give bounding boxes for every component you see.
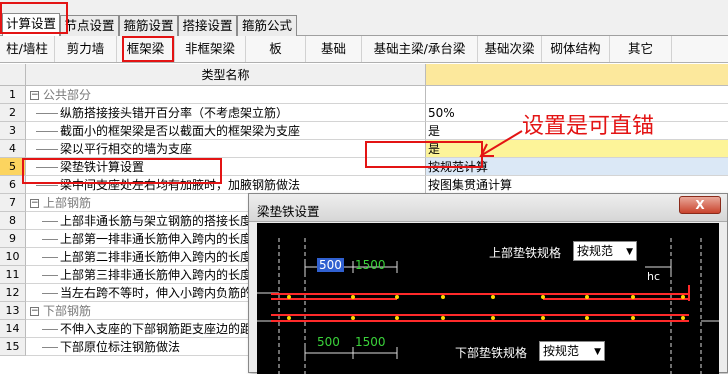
bottom-pad-iron-label: 下部垫铁规格 [455, 346, 528, 360]
settings-tab-bar: 计算设置 节点设置 箍筋设置 搭接设置 箍筋公式 [0, 0, 728, 37]
row-label: 纵筋搭接接头错开百分率（不考虑架立筋） [60, 106, 289, 120]
subtab-shear-wall[interactable]: 剪力墙 [55, 36, 117, 62]
row-label: 梁以平行相交的墙为支座 [60, 142, 193, 156]
row-label: 不伸入支座的下部钢筋距支座边的距 [60, 322, 253, 336]
subtab-foundation-main-beam[interactable]: 基础主梁/承台梁 [362, 36, 478, 62]
subtab-foundation[interactable]: 基础 [306, 36, 362, 62]
annotation-text: 设置是可直锚 [522, 114, 655, 139]
row-value[interactable] [426, 86, 728, 104]
group-label: 公共部分 [43, 88, 92, 102]
row-label: 上部非通长筋与架立钢筋的搭接长度 [60, 214, 253, 228]
row-value[interactable]: 按图集贯通计算 [426, 176, 728, 194]
dim-hc-label: hc [647, 270, 661, 283]
row-label: 上部第三排非通长筋伸入跨内的长度 [60, 268, 253, 282]
tab-stirrup-formula[interactable]: 箍筋公式 [237, 15, 297, 36]
dim-bottom-first[interactable]: 500 [317, 335, 340, 349]
header-corner [0, 64, 26, 86]
row-number: 1 [0, 86, 26, 104]
highlight-calc-tab [0, 2, 68, 34]
beam-diagram: 500 1500 500 1500 hc 上部垫铁规格 按规范 ▼ 下部垫铁规格 … [257, 223, 719, 374]
collapse-icon[interactable]: − [30, 199, 39, 208]
subtab-masonry[interactable]: 砌体结构 [542, 36, 610, 62]
annotation-arrow-icon [479, 130, 523, 157]
tab-node-settings[interactable]: 节点设置 [60, 15, 119, 36]
collapse-icon[interactable]: − [30, 307, 39, 316]
row-number: 11 [0, 266, 26, 284]
element-type-bar: 柱/墙柱 剪力墙 框架梁 非框架梁 板 基础 基础主梁/承台梁 基础次梁 砌体结… [0, 36, 728, 63]
dropdown-arrow-icon: ▼ [626, 247, 633, 257]
dim-top-second[interactable]: 1500 [355, 258, 386, 272]
row-number: 10 [0, 248, 26, 266]
subtab-foundation-secondary-beam[interactable]: 基础次梁 [478, 36, 542, 62]
dialog-titlebar: 梁垫铁设置 X [249, 194, 727, 222]
dim-bottom-second[interactable]: 1500 [355, 335, 386, 349]
highlight-frame-beam [122, 36, 174, 62]
highlight-value-cell [365, 141, 483, 168]
row-label: 截面小的框架梁是否以截面大的框架梁为支座 [60, 124, 301, 138]
row-number: 14 [0, 320, 26, 338]
group-label: 下部钢筋 [43, 304, 92, 318]
pad-iron-dialog: 梁垫铁设置 X 500 1500 500 1500 hc 上部垫铁规格 按规范 … [248, 193, 728, 374]
row-name: 纵筋搭接接头错开百分率（不考虑架立筋） [26, 104, 426, 122]
row-number: 4 [0, 140, 26, 158]
group-header: − 公共部分 [26, 86, 426, 104]
highlight-pad-iron-row [22, 158, 222, 184]
row-number: 3 [0, 122, 26, 140]
collapse-icon[interactable]: − [30, 91, 39, 100]
subtab-non-frame-beam[interactable]: 非框架梁 [175, 36, 246, 62]
row-label: 下部原位标注钢筋做法 [60, 340, 181, 354]
subtab-slab[interactable]: 板 [246, 36, 306, 62]
row-label: 当左右跨不等时，伸入小跨内负筋的 [60, 286, 253, 300]
tab-lap-settings[interactable]: 搭接设置 [178, 15, 237, 36]
table-row[interactable]: 4 梁以平行相交的墙为支座 是 [0, 140, 728, 158]
row-label: 上部第一排非通长筋伸入跨内的长度 [60, 232, 253, 246]
top-pad-iron-label: 上部垫铁规格 [489, 246, 562, 260]
row-number: 2 [0, 104, 26, 122]
row-name: 截面小的框架梁是否以截面大的框架梁为支座 [26, 122, 426, 140]
grid-header: 类型名称 [0, 64, 728, 86]
table-row[interactable]: 1 − 公共部分 [0, 86, 728, 104]
dialog-title: 梁垫铁设置 [257, 204, 320, 219]
top-pad-iron-select[interactable]: 按规范 ▼ [573, 241, 637, 261]
row-number: 8 [0, 212, 26, 230]
row-number: 12 [0, 284, 26, 302]
dim-top-first[interactable]: 500 [317, 258, 344, 272]
row-number: 15 [0, 338, 26, 356]
row-label: 上部第二排非通长筋伸入跨内的长度 [60, 250, 253, 264]
header-type-name: 类型名称 [26, 64, 426, 86]
row-number: 9 [0, 230, 26, 248]
tab-stirrup-settings[interactable]: 箍筋设置 [119, 15, 178, 36]
group-label: 上部钢筋 [43, 196, 92, 210]
subtab-column[interactable]: 柱/墙柱 [0, 36, 55, 62]
row-number: 13 [0, 302, 26, 320]
close-button[interactable]: X [679, 196, 721, 214]
dropdown-arrow-icon: ▼ [594, 347, 601, 357]
subtab-other[interactable]: 其它 [610, 36, 672, 62]
header-value [426, 64, 728, 86]
row-number: 7 [0, 194, 26, 212]
bottom-pad-iron-select[interactable]: 按规范 ▼ [539, 341, 605, 361]
